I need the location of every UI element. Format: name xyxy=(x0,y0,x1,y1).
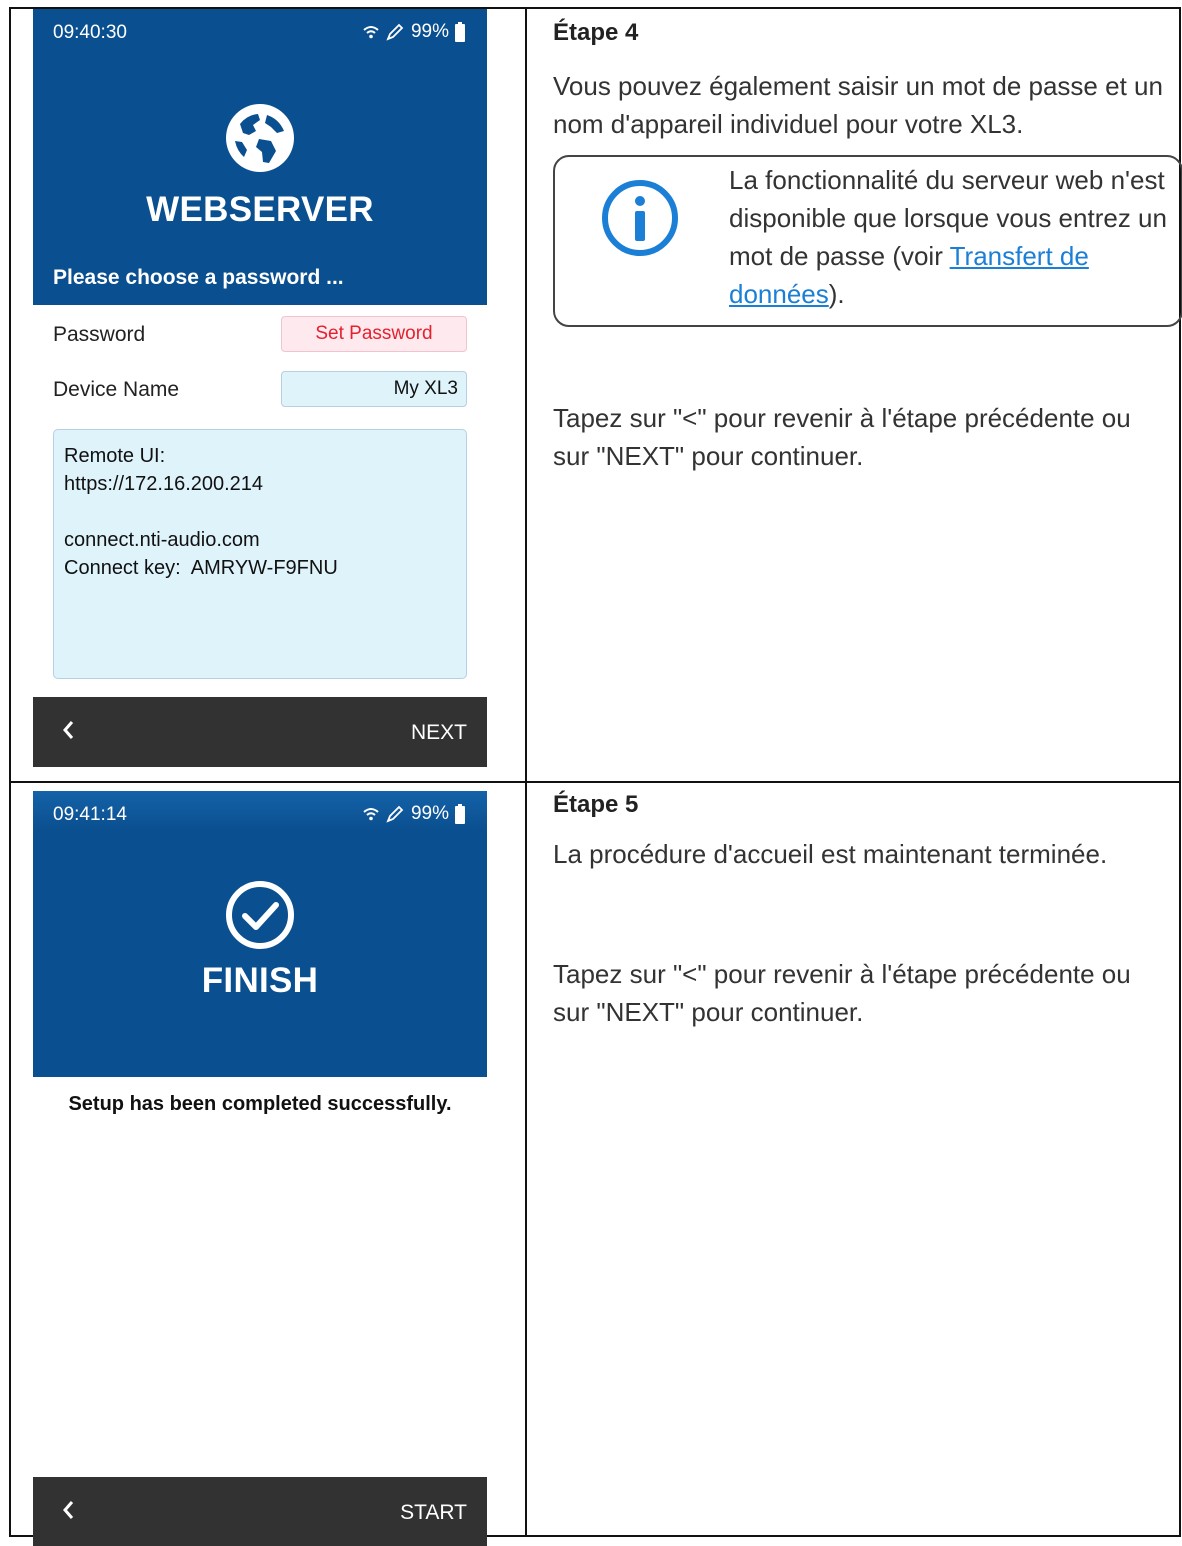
status-time: 09:41:14 xyxy=(53,804,127,825)
step-instruction: Tapez sur "<" pour revenir à l'étape pré… xyxy=(553,959,1131,1027)
step4-text-cell: Étape 4 Vous pouvez également saisir un … xyxy=(525,7,1182,783)
note-text-before: La fonctionnalité du serveur web n'est d… xyxy=(729,165,1167,271)
step-instruction: Tapez sur "<" pour revenir à l'étape pré… xyxy=(553,403,1131,471)
check-circle-icon xyxy=(224,879,296,956)
instruction-table: 09:40:30 99% WEBSERVER Please choose a p… xyxy=(9,7,1182,1546)
password-label: Password xyxy=(53,323,146,346)
status-bar: 09:41:14 99% xyxy=(33,791,487,837)
connection-info-panel: Remote UI: https://172.16.200.214 connec… xyxy=(53,429,467,679)
device-name-label: Device Name xyxy=(53,378,180,401)
password-row: Password Set Password xyxy=(53,316,467,354)
screen-title: FINISH xyxy=(201,961,319,1000)
device-name-field[interactable]: My XL3 xyxy=(281,371,467,407)
wifi-icon xyxy=(363,807,379,821)
status-time: 09:40:30 xyxy=(53,22,127,43)
battery-percent: 99% xyxy=(410,21,449,42)
screen-title: WEBSERVER xyxy=(146,190,374,229)
info-line: connect.nti-audio.com xyxy=(64,529,260,551)
note-text: La fonctionnalité du serveur web n'est d… xyxy=(729,161,1181,313)
globe-icon xyxy=(223,101,297,180)
step-heading: Étape 5 xyxy=(553,791,639,818)
step4-device-screen: 09:40:30 99% WEBSERVER Please choose a p… xyxy=(33,9,487,767)
info-line xyxy=(64,498,456,526)
pen-icon xyxy=(385,804,405,824)
step-paragraph: Vous pouvez également saisir un mot de p… xyxy=(553,71,1163,139)
device-name-row: Device Name My XL3 xyxy=(53,371,467,409)
info-icon xyxy=(599,177,681,264)
battery-icon xyxy=(455,22,465,42)
note-box: La fonctionnalité du serveur web n'est d… xyxy=(553,155,1182,327)
completion-message: Setup has been completed successfully. xyxy=(68,1093,452,1115)
step4-screenshot-cell: 09:40:30 99% WEBSERVER Please choose a p… xyxy=(9,7,527,783)
battery-percent: 99% xyxy=(410,803,449,824)
bottom-nav-bar: START xyxy=(33,1477,487,1546)
step5-text-cell: Étape 5 La procédure d'accueil est maint… xyxy=(525,781,1181,1537)
step-heading: Étape 4 xyxy=(553,19,639,46)
pen-icon xyxy=(385,22,405,42)
hero-banner: 09:41:14 99% FINISH xyxy=(33,791,487,1077)
set-password-button[interactable]: Set Password xyxy=(281,316,467,352)
status-bar: 09:40:30 99% xyxy=(33,9,487,55)
step5-screenshot-cell: 09:41:14 99% FINISH Setup has been compl… xyxy=(9,781,527,1546)
step5-device-screen: 09:41:14 99% FINISH Setup has been compl… xyxy=(33,791,487,1546)
screen-subtitle: Please choose a password ... xyxy=(53,266,344,289)
info-line: Remote UI: xyxy=(64,445,166,467)
start-button[interactable]: START xyxy=(400,1501,467,1525)
note-text-after: ). xyxy=(828,279,845,309)
info-line: Connect key: AMRYW-F9FNU xyxy=(64,557,338,579)
back-button[interactable] xyxy=(61,719,75,747)
battery-icon xyxy=(455,804,465,824)
step-paragraph: La procédure d'accueil est maintenant te… xyxy=(553,839,1108,869)
chevron-left-icon xyxy=(63,1501,74,1519)
info-line: https://172.16.200.214 xyxy=(64,473,264,495)
back-button[interactable] xyxy=(61,1499,75,1527)
chevron-left-icon xyxy=(63,721,74,739)
wifi-icon xyxy=(363,25,379,39)
next-button[interactable]: NEXT xyxy=(411,721,467,745)
hero-banner: 09:40:30 99% WEBSERVER Please choose a p… xyxy=(33,9,487,305)
bottom-nav-bar: NEXT xyxy=(33,697,487,767)
